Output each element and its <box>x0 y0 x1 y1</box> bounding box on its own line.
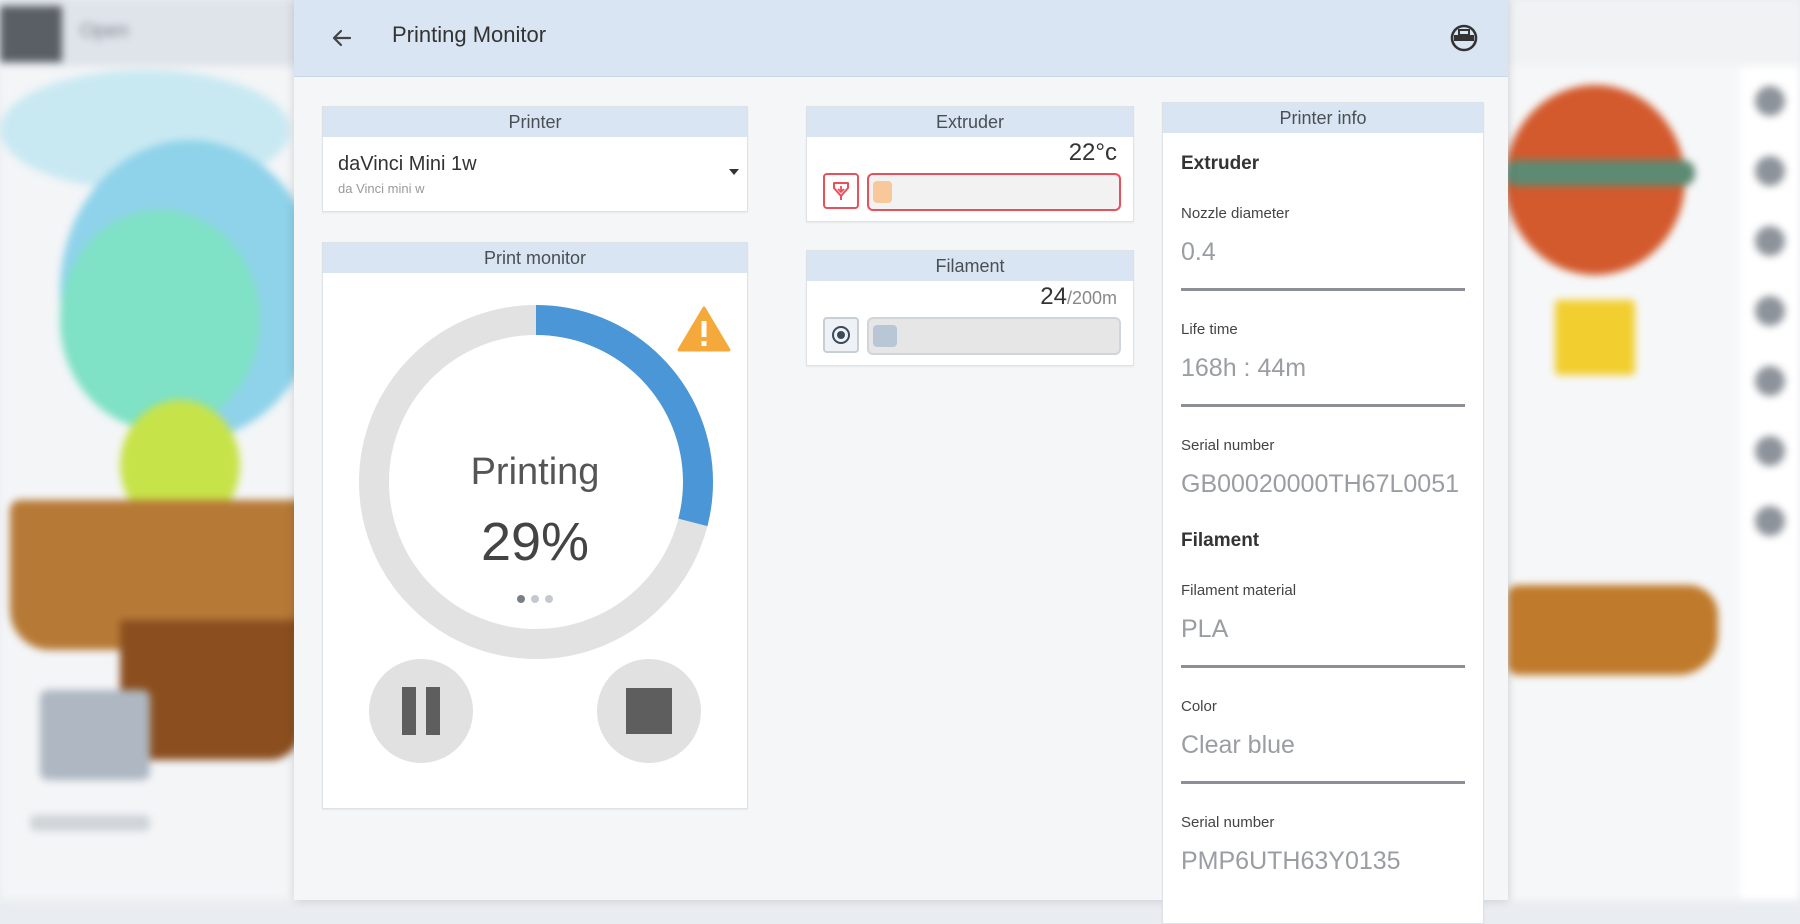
printer-info-heading: Printer info <box>1163 103 1483 133</box>
panel-header: Printing Monitor <box>294 0 1508 77</box>
filament-remaining-unit: /200m <box>1066 288 1117 308</box>
filament-serial-value: PMP6UTH63Y0135 <box>1181 847 1401 875</box>
filament-serial-item: Serial number PMP6UTH63Y0135 <box>1181 784 1465 897</box>
page-indicator <box>323 595 747 603</box>
filament-serial-label: Serial number <box>1181 814 1275 831</box>
print-percent: 29% <box>480 512 590 572</box>
background-tool-icon <box>1755 226 1785 256</box>
page-dot[interactable] <box>531 595 539 603</box>
extruder-level-bar <box>867 173 1121 211</box>
extruder-level-fill <box>873 181 893 203</box>
background-basket <box>1555 300 1635 375</box>
chevron-down-icon <box>729 169 739 175</box>
background-tool-icon <box>1755 436 1785 466</box>
nozzle-diameter-label: Nozzle diameter <box>1181 205 1290 222</box>
spool-icon <box>832 326 850 344</box>
printer-select[interactable]: daVinci Mini 1w da Vinci mini w <box>323 139 747 209</box>
page-dot[interactable] <box>517 595 525 603</box>
background-topbar-right <box>1508 0 1800 66</box>
background-tool-icon <box>1755 86 1785 116</box>
background-balloon-band <box>1505 160 1695 186</box>
filament-color-value: Clear blue <box>1181 731 1295 759</box>
pause-icon <box>397 687 445 735</box>
printer-card-heading: Printer <box>323 107 747 137</box>
printer-action-button[interactable] <box>1444 18 1484 58</box>
stop-button[interactable] <box>597 659 701 763</box>
extruder-card: Extruder 22°c <box>806 106 1134 222</box>
printer-info-card: Printer info Extruder Nozzle diameter 0.… <box>1162 102 1484 924</box>
printer-model: da Vinci mini w <box>338 181 425 196</box>
background-caption <box>30 815 150 831</box>
background-toolbar <box>1740 66 1800 900</box>
printer-name: daVinci Mini 1w <box>338 153 477 175</box>
nozzle-diameter-item: Nozzle diameter 0.4 <box>1181 175 1465 291</box>
print-monitor-heading: Print monitor <box>323 243 747 273</box>
page-title: Printing Monitor <box>392 22 547 47</box>
printer-serial-value: GB00020000TH67L0051 <box>1181 470 1460 498</box>
stop-icon <box>626 688 672 734</box>
filament-card: Filament 24/200m <box>806 250 1134 366</box>
printer-serial-item: Serial number GB00020000TH67L0051 <box>1181 407 1465 520</box>
back-button[interactable] <box>324 20 360 56</box>
filament-button[interactable] <box>823 317 859 353</box>
background-sphere-inner <box>60 210 260 430</box>
background-tool-icon <box>1755 156 1785 186</box>
print-monitor-card: Print monitor Printing 29% <box>322 242 748 809</box>
filament-section-title: Filament <box>1181 530 1260 551</box>
filament-level-bar <box>867 317 1121 355</box>
filament-level-fill <box>873 325 897 347</box>
filament-remaining: 24/200m <box>1040 283 1117 311</box>
printer-info-body: Extruder Nozzle diameter 0.4 Life time 1… <box>1163 133 1483 897</box>
background-tool-icon <box>1755 506 1785 536</box>
arrow-left-icon <box>332 29 352 47</box>
background-topbar-text: Open <box>80 20 129 42</box>
filament-material-value: PLA <box>1181 615 1229 643</box>
printing-monitor-panel: Printing Monitor Printer daVinci Mini 1w… <box>294 0 1508 924</box>
background-menu-icon <box>0 6 62 62</box>
filament-remaining-value: 24 <box>1040 283 1067 310</box>
background-tool-icon <box>1755 296 1785 326</box>
pause-button[interactable] <box>369 659 473 763</box>
filament-heading: Filament <box>807 251 1133 281</box>
extruder-heat-button[interactable] <box>823 173 859 209</box>
printer-card: Printer daVinci Mini 1w da Vinci mini w <box>322 106 748 212</box>
lifetime-label: Life time <box>1181 321 1238 338</box>
extruder-section-title: Extruder <box>1181 153 1260 174</box>
extruder-heading: Extruder <box>807 107 1133 137</box>
background-cube <box>40 690 150 780</box>
nozzle-diameter-value: 0.4 <box>1181 238 1216 266</box>
lifetime-value: 168h : 44m <box>1181 354 1307 382</box>
extruder-temperature: 22°c <box>1068 139 1117 166</box>
filament-color-label: Color <box>1181 698 1217 715</box>
background-boat-right <box>1508 585 1718 675</box>
filament-color-item: Color Clear blue <box>1181 668 1465 784</box>
background-tool-icon <box>1755 366 1785 396</box>
printer-icon <box>1450 24 1478 52</box>
page-dot[interactable] <box>545 595 553 603</box>
filament-material-item: Filament material PLA <box>1181 552 1465 668</box>
filament-material-label: Filament material <box>1181 582 1297 599</box>
printer-serial-label: Serial number <box>1181 437 1275 454</box>
lifetime-item: Life time 168h : 44m <box>1181 291 1465 407</box>
print-status: Printing <box>470 451 600 493</box>
heater-icon <box>833 182 849 200</box>
